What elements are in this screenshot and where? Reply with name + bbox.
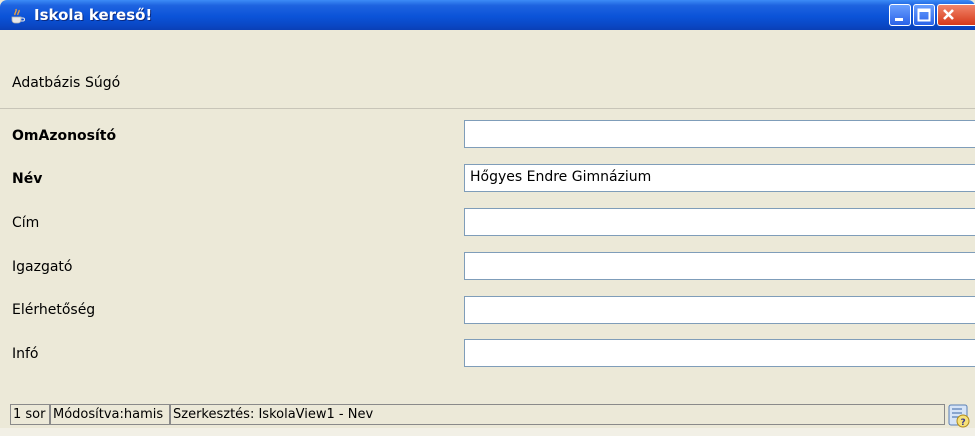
nev-field[interactable]: Hőgyes Endre Gimnázium <box>464 164 975 192</box>
menu-adatbazis[interactable]: Adatbázis <box>12 75 80 91</box>
minimize-icon <box>895 18 903 21</box>
cim-field[interactable] <box>464 208 975 236</box>
label-info: Infó <box>12 346 39 362</box>
status-editing: Szerkesztés: IskolaView1 - Nev <box>170 404 945 425</box>
status-modified: Módosítva:hamis <box>50 404 170 425</box>
maximize-icon <box>917 8 931 22</box>
omazonosito-field[interactable] <box>464 120 975 148</box>
label-nev: Név <box>12 171 43 187</box>
window-bottom-edge <box>0 428 975 436</box>
window-title: Iskola kereső! <box>34 6 153 24</box>
label-omazonosito: OmAzonosító <box>12 128 117 144</box>
close-icon <box>943 9 954 20</box>
help-icon[interactable]: ? <box>946 403 972 429</box>
minimize-button[interactable] <box>889 4 911 26</box>
menu-divider <box>0 108 975 109</box>
label-cim: Cím <box>12 215 40 231</box>
maximize-button[interactable] <box>913 4 935 26</box>
label-igazgato: Igazgató <box>12 259 73 275</box>
menu-bar: Adatbázis Súgó <box>0 30 975 108</box>
igazgato-field[interactable] <box>464 252 975 280</box>
status-row-count: 1 sor <box>10 404 50 425</box>
title-bar[interactable]: Iskola kereső! <box>0 0 975 30</box>
svg-text:?: ? <box>961 418 966 428</box>
label-elerhetoseg: Elérhetőség <box>12 302 96 318</box>
elerhetoseg-field[interactable] <box>464 296 975 324</box>
menu-sugo[interactable]: Súgó <box>85 75 120 91</box>
java-cup-icon[interactable] <box>8 6 26 24</box>
close-button[interactable] <box>937 4 975 26</box>
info-field[interactable] <box>464 339 975 367</box>
